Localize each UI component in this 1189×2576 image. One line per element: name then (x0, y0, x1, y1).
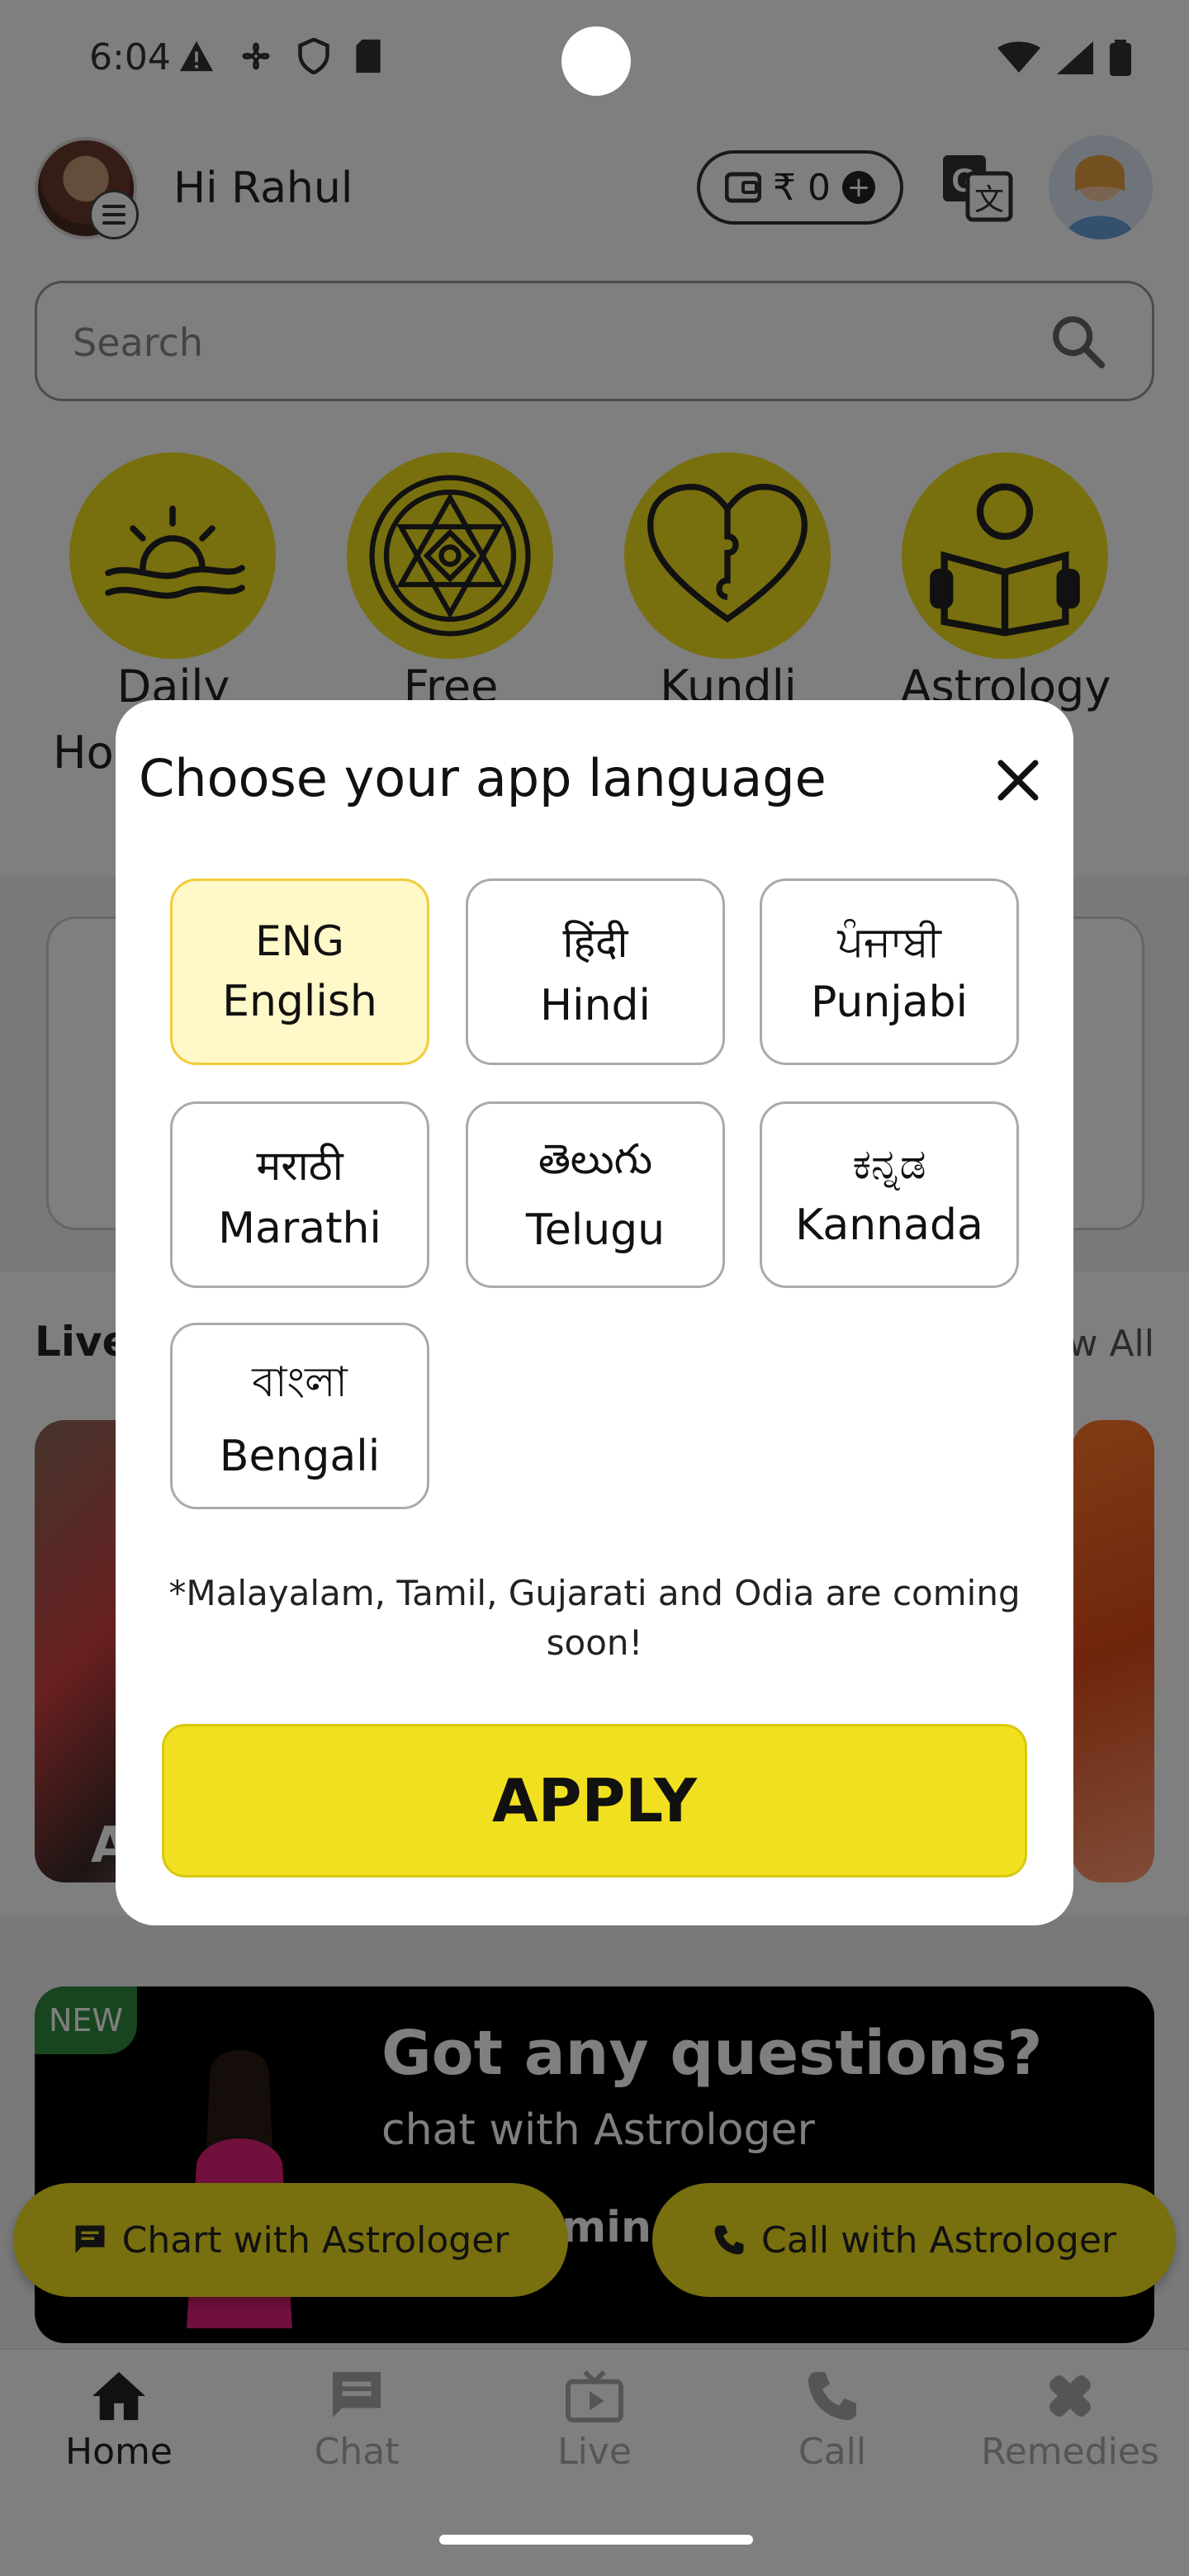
apply-button[interactable]: APPLY (162, 1724, 1027, 1878)
language-name: Punjabi (810, 977, 969, 1027)
language-native-name: ಕನ್ನಡ (852, 1139, 926, 1188)
language-name: Bengali (219, 1431, 381, 1481)
close-icon[interactable] (989, 751, 1047, 809)
language-option-kannada[interactable]: ಕನ್ನಡ Kannada (760, 1101, 1019, 1288)
language-option-punjabi[interactable]: ਪੰਜਾਬੀ Punjabi (760, 878, 1019, 1065)
language-name: Telugu (525, 1205, 666, 1255)
language-name: Marathi (218, 1204, 381, 1253)
dialog-title: Choose your app language (139, 748, 827, 808)
coming-soon-note: *Malayalam, Tamil, Gujarati and Odia are… (168, 1573, 1021, 1663)
gesture-bar (439, 2535, 753, 2545)
language-name: Hindi (540, 981, 651, 1030)
language-native-name: ENG (255, 917, 344, 965)
language-option-telugu[interactable]: తెలుగు Telugu (466, 1101, 725, 1288)
language-option-bengali[interactable]: বাংলা Bengali (170, 1323, 429, 1509)
language-native-name: తెలుగు (538, 1134, 653, 1183)
language-option-marathi[interactable]: मराठी Marathi (170, 1101, 429, 1288)
language-native-name: বাংলা (252, 1357, 348, 1406)
language-name: Kannada (795, 1200, 983, 1250)
language-native-name: मराठी (256, 1142, 343, 1190)
language-native-name: हिंदी (562, 919, 628, 967)
language-native-name: ਪੰਜਾਬੀ (837, 916, 941, 965)
language-option-english[interactable]: ENG English (170, 878, 429, 1065)
camera-cutout (561, 26, 631, 96)
language-option-hindi[interactable]: हिंदी Hindi (466, 878, 725, 1065)
language-name: English (222, 977, 377, 1026)
